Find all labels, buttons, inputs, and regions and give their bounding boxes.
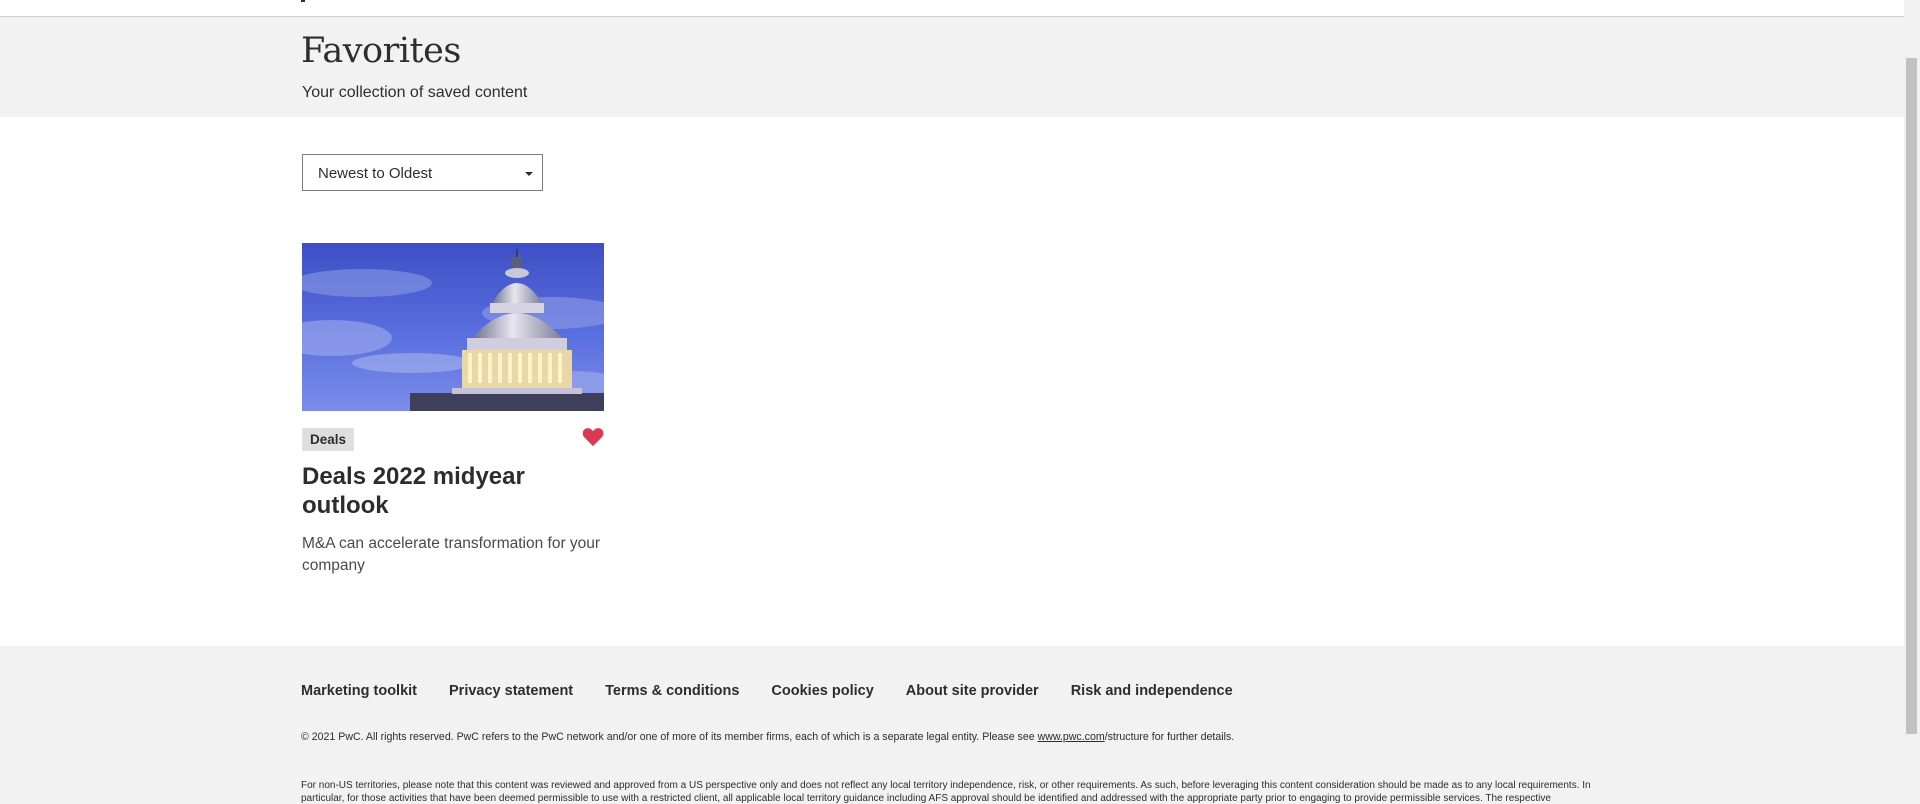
- vertical-scrollbar[interactable]: [1904, 0, 1920, 804]
- sort-selected-value: Newest to Oldest: [318, 165, 433, 182]
- heart-icon[interactable]: [582, 427, 604, 447]
- card-description: M&A can accelerate transformation for yo…: [302, 535, 601, 574]
- card-image[interactable]: [302, 243, 604, 411]
- footer-links: Marketing toolkit Privacy statement Term…: [301, 683, 1233, 699]
- copyright-text: © 2021 PwC. All rights reserved. PwC ref…: [301, 731, 1234, 743]
- copyright-suffix: /structure for further details.: [1104, 731, 1235, 743]
- caret-down-icon: [525, 172, 533, 176]
- sort-dropdown[interactable]: Newest to Oldest: [302, 154, 543, 191]
- category-tag[interactable]: Deals: [302, 428, 355, 451]
- disclaimer-text: For non-US territories, please note that…: [301, 780, 1591, 804]
- pwc-link[interactable]: www.pwc.com: [1038, 731, 1105, 743]
- nav-fragment: [301, 0, 305, 2]
- footer-link-marketing-toolkit[interactable]: Marketing toolkit: [301, 683, 417, 699]
- top-nav-edge: [0, 0, 1904, 17]
- page-subtitle: Your collection of saved content: [302, 84, 528, 101]
- card-title[interactable]: Deals 2022 midyear outlook: [302, 462, 604, 520]
- page-header: Favorites Your collection of saved conte…: [0, 17, 1904, 117]
- copyright-prefix: © 2021 PwC. All rights reserved. PwC ref…: [301, 731, 1038, 743]
- footer-link-privacy-statement[interactable]: Privacy statement: [449, 683, 573, 699]
- page: Favorites Your collection of saved conte…: [0, 0, 1904, 804]
- footer-link-risk-independence[interactable]: Risk and independence: [1071, 683, 1233, 699]
- page-title: Favorites: [301, 31, 461, 71]
- footer-link-terms[interactable]: Terms & conditions: [605, 683, 739, 699]
- footer-link-cookies-policy[interactable]: Cookies policy: [771, 683, 873, 699]
- favorite-card[interactable]: Deals Deals 2022 midyear outlook M&A can…: [302, 243, 604, 574]
- site-footer: Marketing toolkit Privacy statement Term…: [0, 646, 1904, 804]
- footer-link-about-site-provider[interactable]: About site provider: [906, 683, 1039, 699]
- scrollbar-thumb[interactable]: [1906, 58, 1917, 734]
